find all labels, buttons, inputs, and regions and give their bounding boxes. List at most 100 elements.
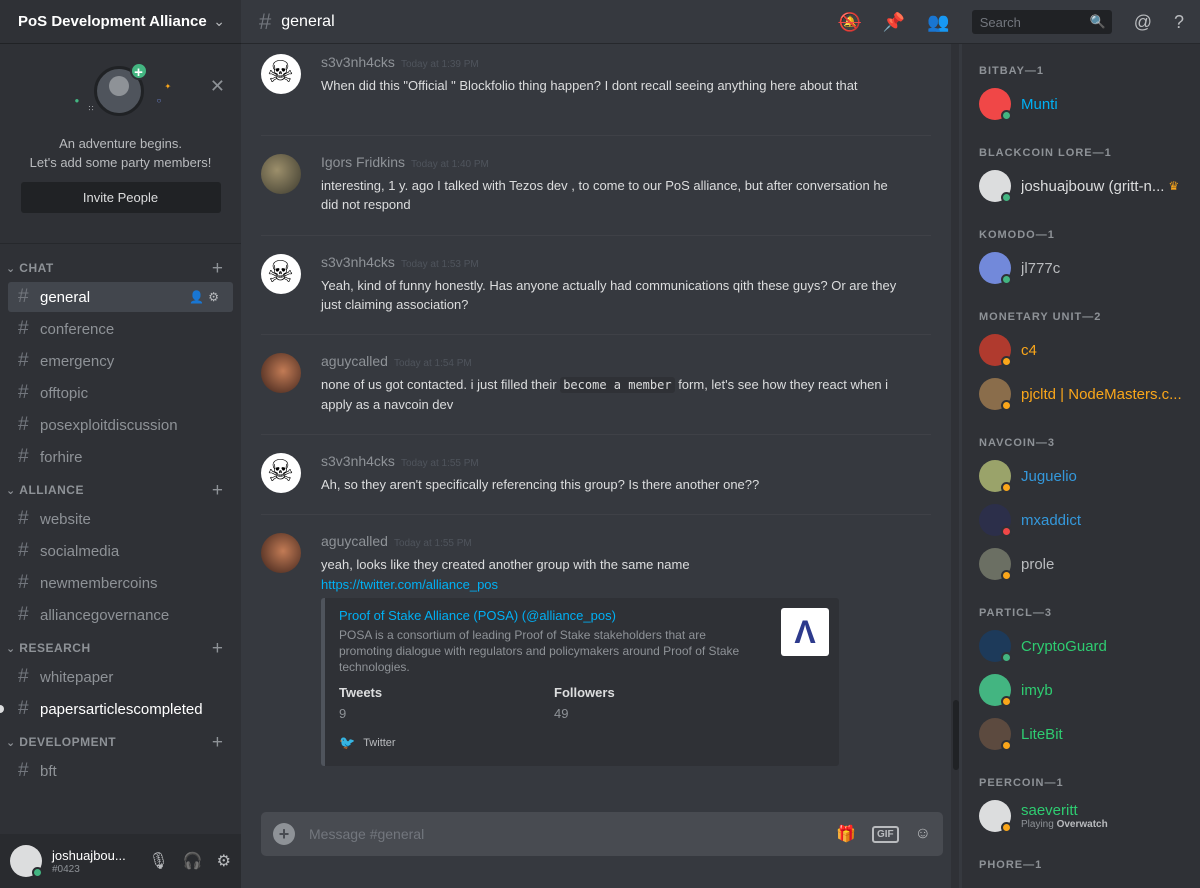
user-tag: #0423 [52, 863, 80, 875]
channel-website[interactable]: # website [8, 504, 233, 534]
headphones-icon[interactable]: 🎧 [183, 851, 203, 871]
channel-bft[interactable]: # bft [8, 756, 233, 786]
member-item[interactable]: c4 [979, 333, 1194, 367]
member-name: saeveritt [1021, 802, 1078, 819]
category-alliance[interactable]: ALLIANCE + [0, 478, 241, 502]
embed-description: POSA is a consortium of leading Proof of… [339, 628, 740, 674]
avatar[interactable] [261, 453, 301, 493]
member-name: LiteBit [1021, 725, 1063, 743]
channel-whitepaper[interactable]: # whitepaper [8, 662, 233, 692]
close-icon[interactable]: ✕ [210, 76, 225, 97]
mention-icon[interactable]: @ [1134, 12, 1152, 33]
message-author[interactable]: s3v3nh4cks [321, 453, 395, 469]
channel-emergency[interactable]: # emergency [8, 346, 233, 376]
hash-icon: # [18, 318, 29, 339]
chevron-down-icon: ⌄ [213, 13, 225, 29]
member-item[interactable]: joshuajbouw (gritt-n... ♛ [979, 169, 1194, 203]
channel-forhire[interactable]: # forhire [8, 442, 233, 472]
member-item[interactable]: CryptoGuard [979, 629, 1194, 663]
member-name: pjcltd | NodeMasters.c... [1021, 385, 1182, 403]
discord-window: PoS Development Alliance ⌄ ✕ ● ∷ ○ ✦ + A… [0, 0, 1200, 888]
channel-offtopic[interactable]: # offtopic [8, 378, 233, 408]
channel-alliancegovernance[interactable]: # alliancegovernance [8, 600, 233, 630]
member-item[interactable]: mxaddict [979, 503, 1194, 537]
party-illustration: ● ∷ ○ ✦ + [61, 62, 181, 132]
member-name: Munti [1021, 95, 1058, 113]
pin-icon[interactable]: 📌 [883, 12, 905, 33]
activity-game: Overwatch [1056, 819, 1108, 830]
avatar [979, 334, 1012, 367]
member-item[interactable]: Juguelio [979, 459, 1194, 493]
member-item[interactable]: prole [979, 547, 1194, 581]
upload-plus-icon[interactable]: + [273, 823, 295, 845]
avatar[interactable] [261, 54, 301, 94]
sparkle-icon: ✦ [164, 82, 172, 91]
channel-papersarticlescompleted[interactable]: # papersarticlescompleted [0, 694, 233, 724]
twitter-bird-icon: 🐦 [339, 735, 356, 750]
channel-general[interactable]: # general 👤⚙ [8, 282, 233, 312]
hash-icon: # [18, 382, 29, 403]
category-research[interactable]: RESEARCH + [0, 636, 241, 660]
message-link[interactable]: https://twitter.com/alliance_pos [321, 577, 931, 592]
help-icon[interactable]: ? [1174, 12, 1184, 33]
member-group-label: MONETARY UNIT—2 [979, 311, 1102, 323]
avatar[interactable] [261, 254, 301, 294]
message-author[interactable]: aguycalled [321, 533, 388, 549]
category-development[interactable]: DEVELOPMENT + [0, 730, 241, 754]
channel-label: bft [40, 762, 57, 780]
add-channel-icon[interactable]: + [212, 259, 223, 278]
emoji-icon[interactable]: ☺ [915, 825, 931, 843]
message-author[interactable]: s3v3nh4cks [321, 254, 395, 270]
members-icon[interactable]: 👥 [927, 12, 949, 33]
avatar[interactable] [10, 845, 43, 878]
member-item[interactable]: Munti [979, 87, 1194, 121]
posa-logo-icon[interactable]: Λ [781, 608, 829, 656]
gear-icon[interactable]: ⚙ [217, 851, 231, 871]
category-chat[interactable]: CHAT + [0, 256, 241, 280]
channel-label: whitepaper [40, 668, 114, 686]
microphone-icon[interactable]: 🎙 [148, 851, 168, 871]
message: aguycalled Today at 1:55 PM yeah, looks l… [261, 523, 931, 766]
message: aguycalled Today at 1:54 PM none of us go… [261, 343, 931, 414]
message-input[interactable] [309, 826, 821, 842]
member-item[interactable]: LiteBit [979, 717, 1194, 751]
add-channel-icon[interactable]: + [212, 639, 223, 658]
gear-icon[interactable]: ⚙ [208, 290, 223, 304]
member-item[interactable]: jl777c [979, 251, 1194, 285]
invite-line-1: An adventure begins. [59, 136, 182, 151]
gift-icon[interactable]: 🎁 [836, 824, 856, 844]
hash-icon: # [18, 540, 29, 561]
add-channel-icon[interactable]: + [212, 733, 223, 752]
search-input[interactable] [979, 14, 1090, 30]
gif-button[interactable]: GIF [871, 825, 899, 843]
channel-conference[interactable]: # conference [8, 314, 233, 344]
message-text: When did this "Official " Blockfolio thi… [321, 78, 858, 93]
member-item[interactable]: imyb [979, 673, 1194, 707]
embed-footer: 🐦 Twitter [339, 735, 825, 751]
avatar[interactable] [261, 353, 301, 393]
message-author[interactable]: Igors Fridkins [321, 154, 405, 170]
message-author[interactable]: aguycalled [321, 353, 388, 369]
avatar[interactable] [261, 533, 301, 573]
scrollbar-thumb[interactable] [953, 700, 959, 770]
avatar [979, 170, 1012, 203]
avatar[interactable] [261, 154, 301, 194]
channel-newmembercoins[interactable]: # newmembercoins [8, 568, 233, 598]
invite-people-button[interactable]: Invite People [20, 182, 221, 213]
mute-bell-icon[interactable]: 🔕 [838, 12, 860, 33]
invite-icon[interactable]: 👤 [189, 290, 208, 304]
message-author[interactable]: s3v3nh4cks [321, 54, 395, 70]
channel-socialmedia[interactable]: # socialmedia [8, 536, 233, 566]
embed-title[interactable]: Proof of Stake Alliance (POSA) (@allianc… [339, 608, 825, 623]
avatar [979, 630, 1012, 663]
channel-label: offtopic [40, 384, 89, 402]
add-channel-icon[interactable]: + [212, 481, 223, 500]
message-text: interesting, 1 y. ago I talked with Tezo… [321, 178, 888, 212]
server-header[interactable]: PoS Development Alliance ⌄ [0, 0, 241, 44]
status-online-icon [1001, 652, 1012, 663]
member-item[interactable]: saeveritt Playing Overwatch [979, 799, 1194, 833]
invite-line-2: Let's add some party members! [29, 155, 212, 170]
member-item[interactable]: pjcltd | NodeMasters.c... [979, 377, 1194, 411]
status-idle-icon [1001, 696, 1012, 707]
channel-posexploitdiscussion[interactable]: # posexploitdiscussion [8, 410, 233, 440]
